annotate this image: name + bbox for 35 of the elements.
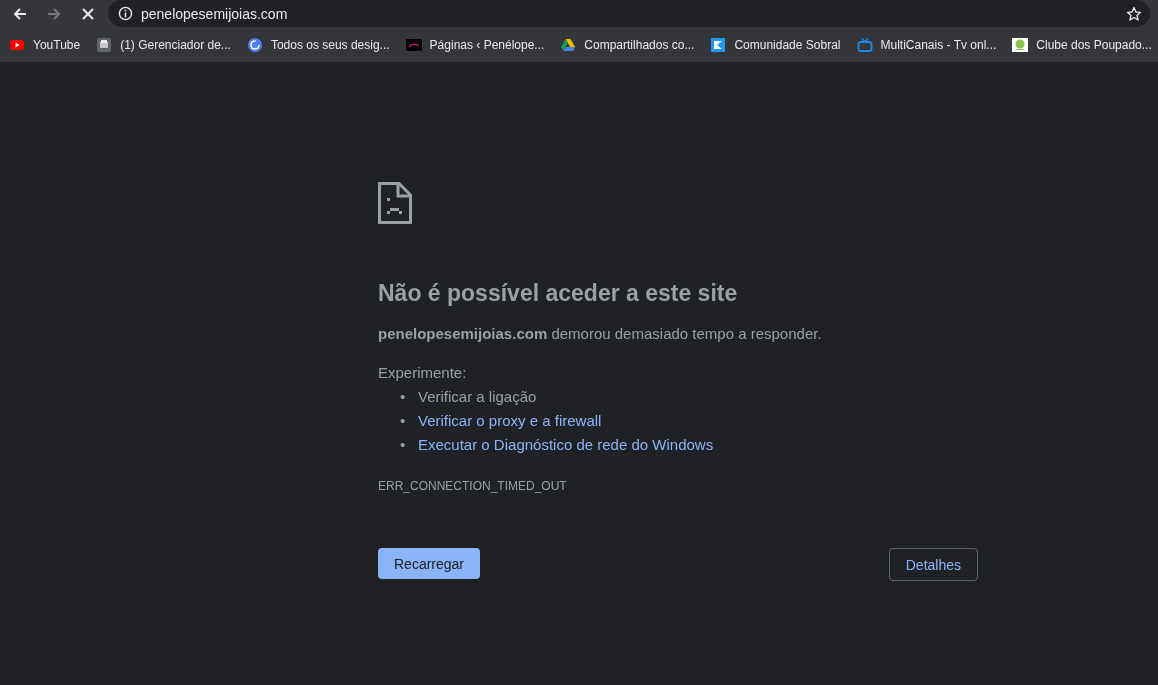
suggestion-link[interactable]: Verificar o proxy e a firewall	[418, 409, 602, 433]
bookmark-icon	[246, 36, 263, 53]
error-title: Não é possível aceder a este site	[378, 280, 739, 307]
bookmark-icon	[405, 36, 422, 53]
bookmark-icon	[1012, 36, 1029, 53]
suggestion-text: Verificar a ligação	[418, 387, 537, 407]
bookmark[interactable]: MultiCanais - Tv onl...	[856, 36, 1013, 53]
bookmark[interactable]: YouTube	[9, 36, 97, 53]
address-bar[interactable]: penelopesemijoias.com	[108, 0, 1150, 27]
url-text: penelopesemijoias.com	[141, 5, 289, 22]
bullet: •	[400, 435, 407, 455]
star-icon[interactable]	[1126, 5, 1142, 22]
sad-page-icon	[378, 182, 412, 224]
reload-button[interactable]: Recarregar	[378, 548, 481, 579]
close-icon	[80, 5, 96, 22]
bookmark[interactable]: Comunidade Sobral	[710, 36, 857, 53]
info-icon	[118, 6, 133, 21]
error-message: penelopesemijoias.com demorou demasiado tempo a responder.	[378, 325, 823, 342]
details-button[interactable]: Detalhes	[888, 548, 978, 581]
bookmark-icon	[856, 36, 873, 53]
bookmark-icon	[710, 36, 727, 53]
bookmark-icon	[560, 36, 577, 53]
bullet: •	[400, 387, 407, 407]
suggestion-link[interactable]: Executar o Diagnóstico de rede do Windows	[418, 433, 714, 457]
bookmark[interactable]: Compartilhados co...	[560, 36, 711, 53]
bullet: •	[400, 411, 407, 431]
bookmark[interactable]: Páginas ‹ Penélope...	[405, 36, 561, 53]
bookmark[interactable]: Todos os seus desig...	[246, 36, 406, 53]
bookmark[interactable]: (1) Gerenciador de...	[96, 36, 247, 53]
bookmark-icon	[96, 36, 113, 53]
error-code: ERR_CONNECTION_TIMED_OUT	[378, 479, 568, 493]
forward-arrow-icon	[46, 5, 62, 22]
suggestions-heading: Experimente:	[378, 364, 468, 381]
back-arrow-icon	[12, 5, 28, 22]
bookmark[interactable]: Clube dos Poupado...	[1012, 36, 1158, 53]
